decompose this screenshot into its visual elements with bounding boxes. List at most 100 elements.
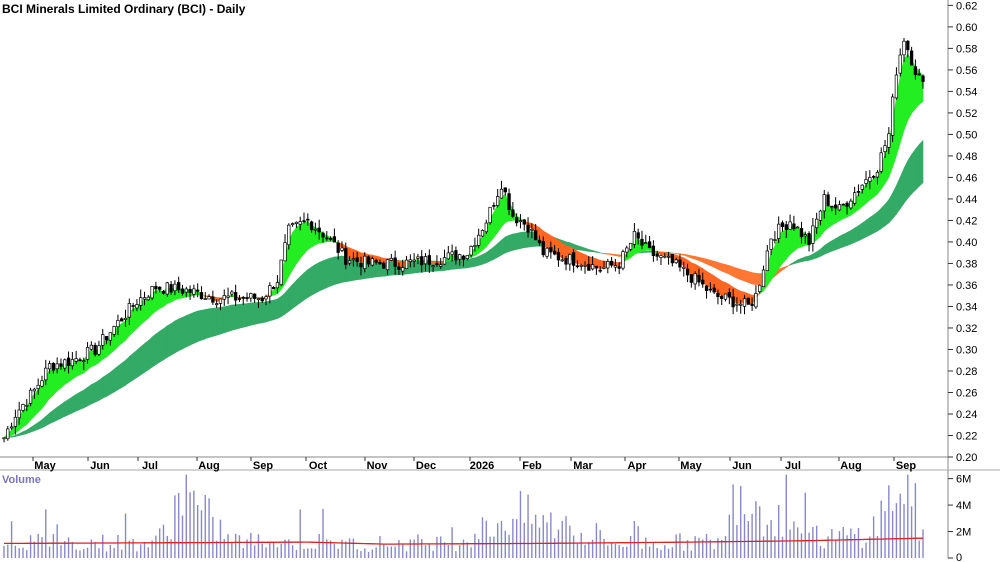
long-ma-band-segment	[808, 253, 814, 261]
price-candle-body	[25, 404, 29, 407]
price-candle-body	[545, 247, 549, 257]
long-ma-band-segment	[174, 318, 179, 354]
price-candle-body	[450, 251, 454, 255]
price-candle-body	[218, 298, 223, 304]
long-ma-band-segment	[189, 311, 195, 346]
price-candle-body	[120, 318, 124, 322]
price-candle-body	[887, 133, 891, 148]
long-ma-band-segment	[151, 333, 157, 368]
long-ma-band-segment	[816, 248, 821, 259]
price-candle-body	[765, 250, 769, 272]
price-candle-body	[142, 297, 147, 300]
price-candle-body	[245, 297, 249, 299]
long-ma-band-segment	[512, 232, 517, 251]
price-candle-body	[879, 152, 883, 172]
price-candle-body	[158, 286, 162, 290]
long-ma-band-segment	[710, 259, 715, 268]
price-candle-body	[852, 192, 857, 204]
price-candle-body	[359, 263, 363, 268]
price-candle-body	[347, 260, 352, 264]
long-ma-band-segment	[148, 336, 153, 371]
short-ma-band-segment	[49, 369, 54, 400]
long-ma-band-segment	[163, 325, 168, 361]
long-ma-band-segment	[15, 433, 20, 437]
price-candle-body	[647, 241, 652, 249]
price-candle-body	[693, 273, 697, 285]
long-ma-band-segment	[694, 255, 700, 262]
long-ma-band-segment	[223, 305, 229, 334]
price-candle-body	[511, 209, 515, 217]
price-candle-body	[351, 258, 356, 261]
long-ma-band-segment	[41, 415, 47, 429]
long-ma-band-segment	[869, 214, 874, 236]
long-ma-band-segment	[261, 301, 267, 324]
long-ma-band-segment	[413, 260, 419, 274]
price-candle-body	[682, 266, 686, 269]
price-candle-body	[370, 258, 375, 266]
short-ma-band-segment	[831, 205, 836, 226]
price-candle-body	[180, 288, 185, 294]
long-ma-band-segment	[903, 160, 909, 205]
price-candle-body	[594, 265, 599, 269]
price-candle-body	[66, 357, 71, 366]
long-ma-band-segment	[675, 252, 681, 255]
price-candle-body	[666, 255, 671, 258]
price-candle-body	[507, 193, 511, 210]
long-ma-band-segment	[577, 245, 582, 251]
price-candle-body	[325, 237, 329, 240]
price-candle-body	[811, 225, 815, 244]
price-candle-body	[237, 298, 242, 300]
price-candle-body	[689, 274, 694, 283]
x-tick-label: May	[680, 460, 702, 472]
long-ma-band-segment	[220, 306, 225, 335]
long-ma-band-segment	[64, 398, 69, 417]
long-ma-band-segment	[873, 211, 878, 234]
price-candle-body	[78, 359, 82, 362]
long-ma-band-segment	[455, 259, 461, 270]
price-candle-body	[290, 223, 295, 226]
price-candle-body	[2, 437, 6, 440]
short-ma-band-segment	[292, 226, 297, 271]
long-ma-band-segment	[474, 255, 479, 267]
short-ma-band-segment	[793, 226, 798, 252]
price-candle-body	[651, 245, 656, 256]
long-ma-band-segment	[121, 359, 126, 388]
price-candle-body	[556, 252, 561, 261]
long-ma-band-segment	[850, 227, 855, 245]
price-candle-body	[754, 293, 758, 308]
y-tick-label: 0.40	[956, 237, 977, 249]
price-candle-body	[716, 292, 720, 298]
price-candle-body	[784, 224, 788, 231]
price-candle-body	[534, 230, 538, 241]
volume-label: Volume	[2, 474, 41, 486]
price-candle-body	[674, 259, 678, 264]
price-candle-body	[435, 263, 439, 265]
long-ma-band-segment	[877, 207, 882, 232]
price-candle-body	[917, 73, 921, 76]
price-candle-body	[583, 264, 587, 267]
price-candle-body	[135, 304, 139, 309]
price-candle-body	[560, 259, 564, 262]
price-candle-body	[82, 360, 86, 363]
volume-tick-label: 4M	[956, 500, 971, 512]
price-candle-body	[480, 230, 485, 237]
long-ma-band-segment	[53, 406, 58, 423]
price-candle-body	[628, 242, 633, 250]
long-ma-band-segment	[201, 309, 206, 341]
long-ma-band-segment	[861, 219, 867, 240]
volume-tick-label: 0	[956, 552, 962, 562]
long-ma-band-segment	[11, 434, 16, 438]
short-ma-band-segment	[22, 407, 28, 428]
price-candle-body	[530, 228, 534, 231]
long-ma-band-segment	[899, 168, 905, 210]
price-candle-body	[883, 145, 887, 152]
price-candle-body	[644, 242, 648, 244]
price-candle-body	[328, 238, 333, 240]
long-ma-band-segment	[326, 257, 331, 289]
long-ma-band-segment	[607, 253, 612, 256]
long-ma-band-segment	[713, 260, 719, 270]
short-ma-band-segment	[299, 222, 305, 260]
long-ma-band-segment	[789, 261, 795, 266]
long-ma-band-segment	[892, 185, 897, 220]
short-ma-band-segment	[736, 288, 742, 304]
